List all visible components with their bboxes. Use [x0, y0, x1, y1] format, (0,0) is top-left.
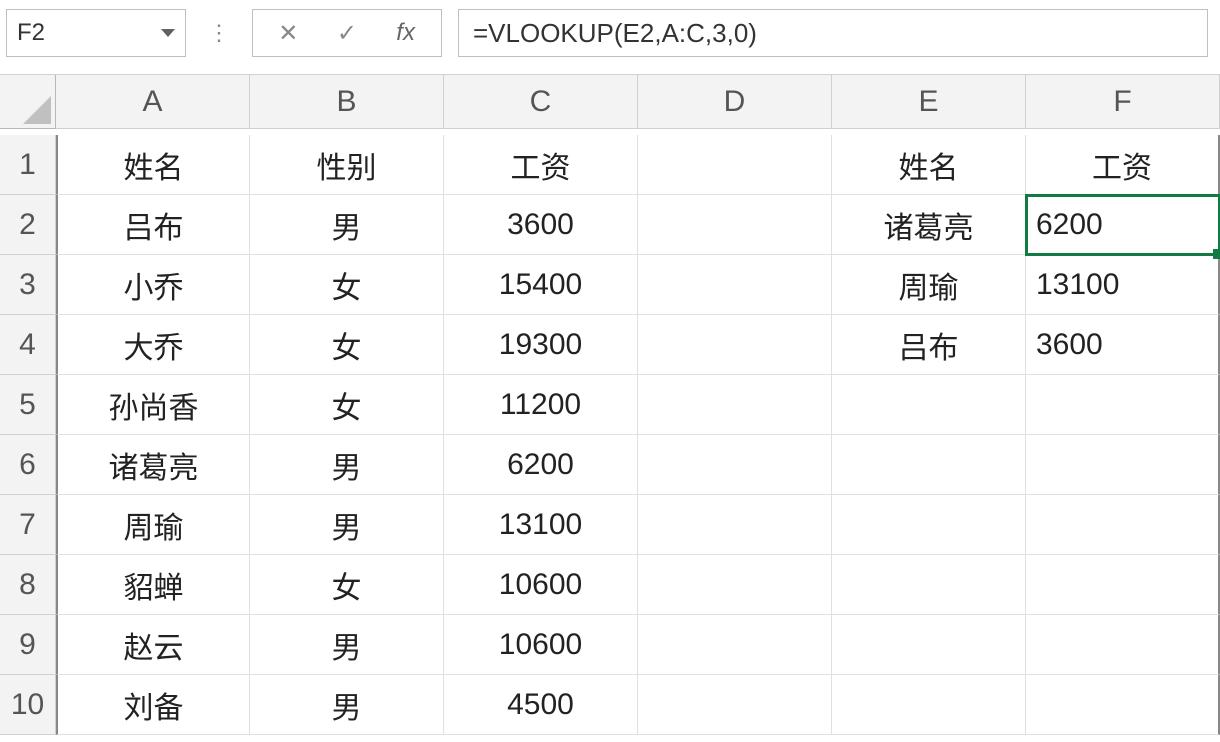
cell-B1[interactable]: 性别: [250, 135, 444, 195]
formula-input[interactable]: =VLOOKUP(E2,A:C,3,0): [458, 9, 1208, 57]
cell-B6[interactable]: 男: [250, 435, 444, 495]
cell-D1[interactable]: [638, 135, 832, 195]
cell-C5[interactable]: 11200: [444, 375, 638, 435]
cell-B2[interactable]: 男: [250, 195, 444, 255]
formula-text: =VLOOKUP(E2,A:C,3,0): [473, 18, 757, 49]
cell-E9[interactable]: [832, 615, 1026, 675]
cell-C9[interactable]: 10600: [444, 615, 638, 675]
cell-E7[interactable]: [832, 495, 1026, 555]
cell-D10[interactable]: [638, 675, 832, 735]
cell-A5[interactable]: 孙尚香: [56, 375, 250, 435]
col-header-D[interactable]: D: [638, 75, 832, 129]
cell-F5[interactable]: [1026, 375, 1220, 435]
cancel-icon[interactable]: ✕: [268, 19, 308, 48]
cell-B10[interactable]: 男: [250, 675, 444, 735]
cell-C4[interactable]: 19300: [444, 315, 638, 375]
row-header-3[interactable]: 3: [0, 255, 56, 315]
cell-E5[interactable]: [832, 375, 1026, 435]
cell-E6[interactable]: [832, 435, 1026, 495]
row-header-5[interactable]: 5: [0, 375, 56, 435]
cell-F3[interactable]: 13100: [1026, 255, 1220, 315]
name-box-value: F2: [17, 19, 45, 47]
cell-F10[interactable]: [1026, 675, 1220, 735]
row-header-2[interactable]: 2: [0, 195, 56, 255]
row-header-10[interactable]: 10: [0, 675, 56, 735]
col-header-B[interactable]: B: [250, 75, 444, 129]
cell-B7[interactable]: 男: [250, 495, 444, 555]
cell-E1[interactable]: 姓名: [832, 135, 1026, 195]
row-header-7[interactable]: 7: [0, 495, 56, 555]
formula-bar-buttons: ✕ ✓ fx: [252, 9, 442, 57]
cell-D5[interactable]: [638, 375, 832, 435]
cell-C3[interactable]: 15400: [444, 255, 638, 315]
cell-C8[interactable]: 10600: [444, 555, 638, 615]
cell-F7[interactable]: [1026, 495, 1220, 555]
cell-A8[interactable]: 貂蝉: [56, 555, 250, 615]
cell-C10[interactable]: 4500: [444, 675, 638, 735]
cell-E4[interactable]: 吕布: [832, 315, 1026, 375]
cell-F8[interactable]: [1026, 555, 1220, 615]
cell-D9[interactable]: [638, 615, 832, 675]
cell-D8[interactable]: [638, 555, 832, 615]
row-header-4[interactable]: 4: [0, 315, 56, 375]
col-header-E[interactable]: E: [832, 75, 1026, 129]
cell-C1[interactable]: 工资: [444, 135, 638, 195]
formula-bar-separator: ⋮: [202, 20, 236, 46]
row-header-1[interactable]: 1: [0, 135, 56, 195]
cell-B3[interactable]: 女: [250, 255, 444, 315]
cell-C7[interactable]: 13100: [444, 495, 638, 555]
cell-E8[interactable]: [832, 555, 1026, 615]
cell-B4[interactable]: 女: [250, 315, 444, 375]
row-header-6[interactable]: 6: [0, 435, 56, 495]
col-header-C[interactable]: C: [444, 75, 638, 129]
name-box[interactable]: F2: [6, 9, 186, 57]
cell-F2[interactable]: 6200: [1026, 195, 1220, 255]
spreadsheet-grid: A B C D E F 1 姓名 性别 工资 姓名 工资 2 吕布 男 3600…: [0, 75, 1220, 735]
col-header-F[interactable]: F: [1026, 75, 1220, 129]
cell-D6[interactable]: [638, 435, 832, 495]
enter-icon[interactable]: ✓: [327, 19, 367, 48]
name-box-dropdown-icon[interactable]: [161, 29, 175, 37]
cell-F9[interactable]: [1026, 615, 1220, 675]
cell-A7[interactable]: 周瑜: [56, 495, 250, 555]
cell-D4[interactable]: [638, 315, 832, 375]
col-header-A[interactable]: A: [56, 75, 250, 129]
cell-B9[interactable]: 男: [250, 615, 444, 675]
cell-B8[interactable]: 女: [250, 555, 444, 615]
cell-F4[interactable]: 3600: [1026, 315, 1220, 375]
row-header-9[interactable]: 9: [0, 615, 56, 675]
cell-A10[interactable]: 刘备: [56, 675, 250, 735]
cell-A3[interactable]: 小乔: [56, 255, 250, 315]
cell-E3[interactable]: 周瑜: [832, 255, 1026, 315]
cell-A1[interactable]: 姓名: [56, 135, 250, 195]
cell-C2[interactable]: 3600: [444, 195, 638, 255]
cell-E10[interactable]: [832, 675, 1026, 735]
formula-bar: F2 ⋮ ✕ ✓ fx =VLOOKUP(E2,A:C,3,0): [0, 0, 1220, 75]
cell-C6[interactable]: 6200: [444, 435, 638, 495]
cell-D7[interactable]: [638, 495, 832, 555]
select-all-corner[interactable]: [0, 75, 56, 129]
cell-A2[interactable]: 吕布: [56, 195, 250, 255]
cell-B5[interactable]: 女: [250, 375, 444, 435]
cell-F1[interactable]: 工资: [1026, 135, 1220, 195]
fx-icon[interactable]: fx: [386, 19, 426, 47]
cell-A4[interactable]: 大乔: [56, 315, 250, 375]
cell-F6[interactable]: [1026, 435, 1220, 495]
cell-E2[interactable]: 诸葛亮: [832, 195, 1026, 255]
cell-D3[interactable]: [638, 255, 832, 315]
cell-A9[interactable]: 赵云: [56, 615, 250, 675]
row-header-8[interactable]: 8: [0, 555, 56, 615]
cell-A6[interactable]: 诸葛亮: [56, 435, 250, 495]
cell-D2[interactable]: [638, 195, 832, 255]
